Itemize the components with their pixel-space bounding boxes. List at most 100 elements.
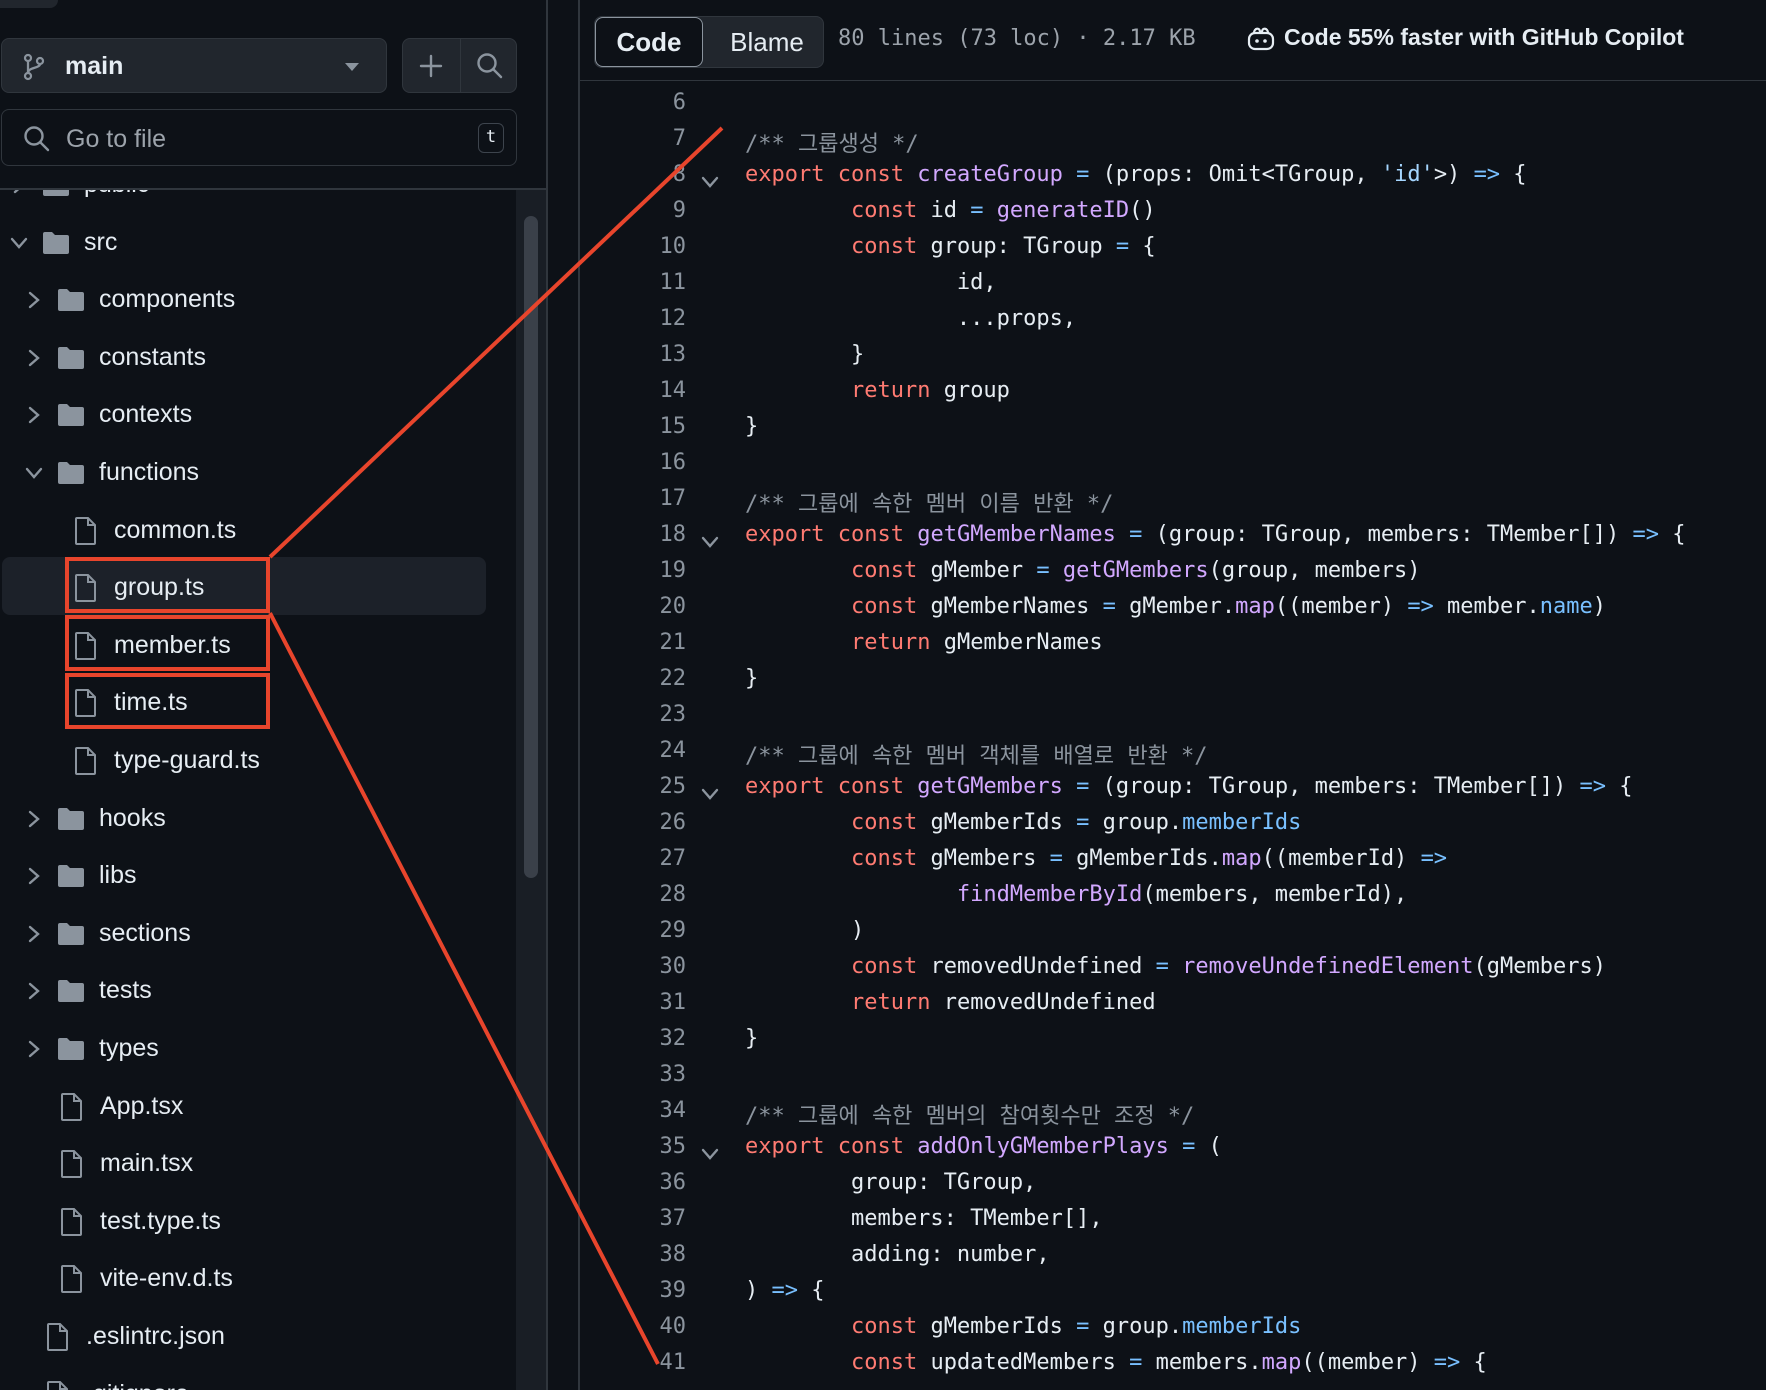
- chevron-down-icon[interactable]: [24, 466, 44, 485]
- line-number[interactable]: 38: [660, 1242, 687, 1267]
- tree-item-label: vite-env.d.ts: [100, 1264, 233, 1293]
- tree-folder-constants[interactable]: constants: [0, 338, 500, 378]
- branch-selector-button[interactable]: main: [1, 38, 387, 93]
- line-number[interactable]: 7: [673, 126, 686, 151]
- chevron-right-icon[interactable]: [27, 1039, 41, 1064]
- tree-folder-contexts[interactable]: contexts: [0, 395, 500, 435]
- fold-chevron-icon[interactable]: [700, 530, 720, 555]
- line-number[interactable]: 20: [660, 594, 687, 619]
- tree-folder-types[interactable]: types: [0, 1029, 500, 1069]
- line-number[interactable]: 40: [660, 1314, 687, 1339]
- chevron-right-icon[interactable]: [27, 290, 41, 315]
- line-number[interactable]: 29: [660, 918, 687, 943]
- chevron-right-icon[interactable]: [12, 190, 26, 200]
- code-line: 11 id,: [580, 266, 1766, 302]
- line-number[interactable]: 17: [660, 486, 687, 511]
- line-number[interactable]: 18: [660, 522, 687, 547]
- line-number[interactable]: 37: [660, 1206, 687, 1231]
- copilot-promo-text: Code 55% faster with GitHub Copilot: [1284, 24, 1684, 50]
- tree-item-label: types: [99, 1034, 159, 1062]
- chevron-right-icon[interactable]: [27, 809, 41, 834]
- chevron-right-icon[interactable]: [27, 348, 41, 373]
- chevron-right-icon[interactable]: [27, 866, 41, 891]
- plus-icon[interactable]: [417, 52, 445, 80]
- line-number[interactable]: 25: [660, 774, 687, 799]
- code-text: return group: [850, 378, 1010, 403]
- tree-folder-sections[interactable]: sections: [0, 914, 500, 954]
- tree-folder-libs[interactable]: libs: [0, 856, 500, 896]
- tree-file-type-guard-ts[interactable]: type-guard.ts: [0, 741, 500, 781]
- line-number[interactable]: 22: [660, 666, 687, 691]
- tab-code[interactable]: Code: [595, 17, 703, 67]
- tree-item-label: contexts: [99, 400, 193, 429]
- chevron-right-icon[interactable]: [27, 924, 41, 949]
- tree-folder-hooks[interactable]: hooks: [0, 799, 500, 839]
- line-number[interactable]: 41: [660, 1350, 687, 1375]
- line-number[interactable]: 26: [660, 810, 687, 835]
- code-text: members: TMember[],: [745, 1206, 1103, 1231]
- fold-chevron-icon[interactable]: [700, 1142, 720, 1167]
- line-number[interactable]: 39: [660, 1278, 687, 1303]
- tree-folder-tests[interactable]: tests: [0, 971, 500, 1011]
- folder-icon: [56, 1036, 86, 1067]
- tree-file-app-tsx[interactable]: App.tsx: [0, 1087, 500, 1127]
- code-line: 7 /** 그룹생성 */: [580, 122, 1766, 158]
- line-number[interactable]: 8: [673, 162, 686, 187]
- go-to-file-input[interactable]: Go to file t: [1, 109, 517, 166]
- sidebar-scrollbar-thumb[interactable]: [524, 216, 538, 878]
- code-text: ...props,: [745, 306, 1077, 331]
- line-number[interactable]: 28: [660, 882, 687, 907]
- folder-open-icon: [56, 460, 86, 491]
- line-number[interactable]: 35: [660, 1134, 687, 1159]
- line-number[interactable]: 32: [660, 1026, 687, 1051]
- code-text: }: [745, 414, 759, 439]
- code-text: export const addOnlyGMemberPlays = (: [745, 1134, 1222, 1159]
- line-number[interactable]: 33: [660, 1062, 687, 1087]
- line-number[interactable]: 36: [660, 1170, 687, 1195]
- line-number[interactable]: 19: [660, 558, 687, 583]
- chevron-right-icon[interactable]: [27, 981, 41, 1006]
- file-header: Code Blame 80 lines (73 loc) · 2.17 KB C…: [580, 0, 1766, 81]
- go-to-file-placeholder: Go to file: [66, 125, 167, 153]
- tree-folder-functions[interactable]: functions: [0, 453, 500, 493]
- file-icon: [58, 1207, 84, 1242]
- line-number[interactable]: 15: [660, 414, 687, 439]
- line-number[interactable]: 24: [660, 738, 687, 763]
- code-text: adding: number,: [745, 1242, 1050, 1267]
- tree-folder-components[interactable]: components: [0, 280, 500, 320]
- fold-chevron-icon[interactable]: [700, 782, 720, 807]
- chevron-right-icon[interactable]: [27, 405, 41, 430]
- tree-file-test-type-ts[interactable]: test.type.ts: [0, 1202, 500, 1242]
- chevron-down-icon[interactable]: [9, 236, 29, 255]
- code-text: ): [745, 918, 865, 943]
- line-number[interactable]: 9: [673, 198, 686, 223]
- line-number[interactable]: 10: [660, 234, 687, 259]
- collapse-sidebar-button[interactable]: [0, 0, 58, 8]
- line-number[interactable]: 21: [660, 630, 687, 655]
- line-number[interactable]: 30: [660, 954, 687, 979]
- code-line: 32}: [580, 1022, 1766, 1058]
- line-number[interactable]: 13: [660, 342, 687, 367]
- tree-file-gitignore[interactable]: .gitignore: [0, 1375, 500, 1390]
- line-number[interactable]: 23: [660, 702, 687, 727]
- line-number[interactable]: 12: [660, 306, 687, 331]
- code-text: const gMemberIds = group.memberIds: [850, 810, 1302, 835]
- line-number[interactable]: 6: [673, 90, 686, 115]
- line-number[interactable]: 16: [660, 450, 687, 475]
- tree-folder-src[interactable]: src: [0, 223, 500, 263]
- fold-chevron-icon[interactable]: [700, 170, 720, 195]
- line-number[interactable]: 11: [660, 270, 687, 295]
- tab-blame[interactable]: Blame: [711, 17, 823, 67]
- tree-file-main-tsx[interactable]: main.tsx: [0, 1144, 500, 1184]
- line-number[interactable]: 31: [660, 990, 687, 1015]
- tree-file-common-ts[interactable]: common.ts: [0, 511, 500, 551]
- line-number[interactable]: 27: [660, 846, 687, 871]
- tree-folder-public[interactable]: public: [0, 190, 500, 205]
- tree-file-eslintrc-json[interactable]: .eslintrc.json: [0, 1317, 500, 1357]
- code-line: 10 const group: TGroup = {: [580, 230, 1766, 266]
- code-line: 19 const gMember = getGMembers(group, me…: [580, 554, 1766, 590]
- search-icon[interactable]: [475, 51, 505, 81]
- line-number[interactable]: 14: [660, 378, 687, 403]
- tree-file-vite-env-d-ts[interactable]: vite-env.d.ts: [0, 1259, 500, 1299]
- line-number[interactable]: 34: [660, 1098, 687, 1123]
